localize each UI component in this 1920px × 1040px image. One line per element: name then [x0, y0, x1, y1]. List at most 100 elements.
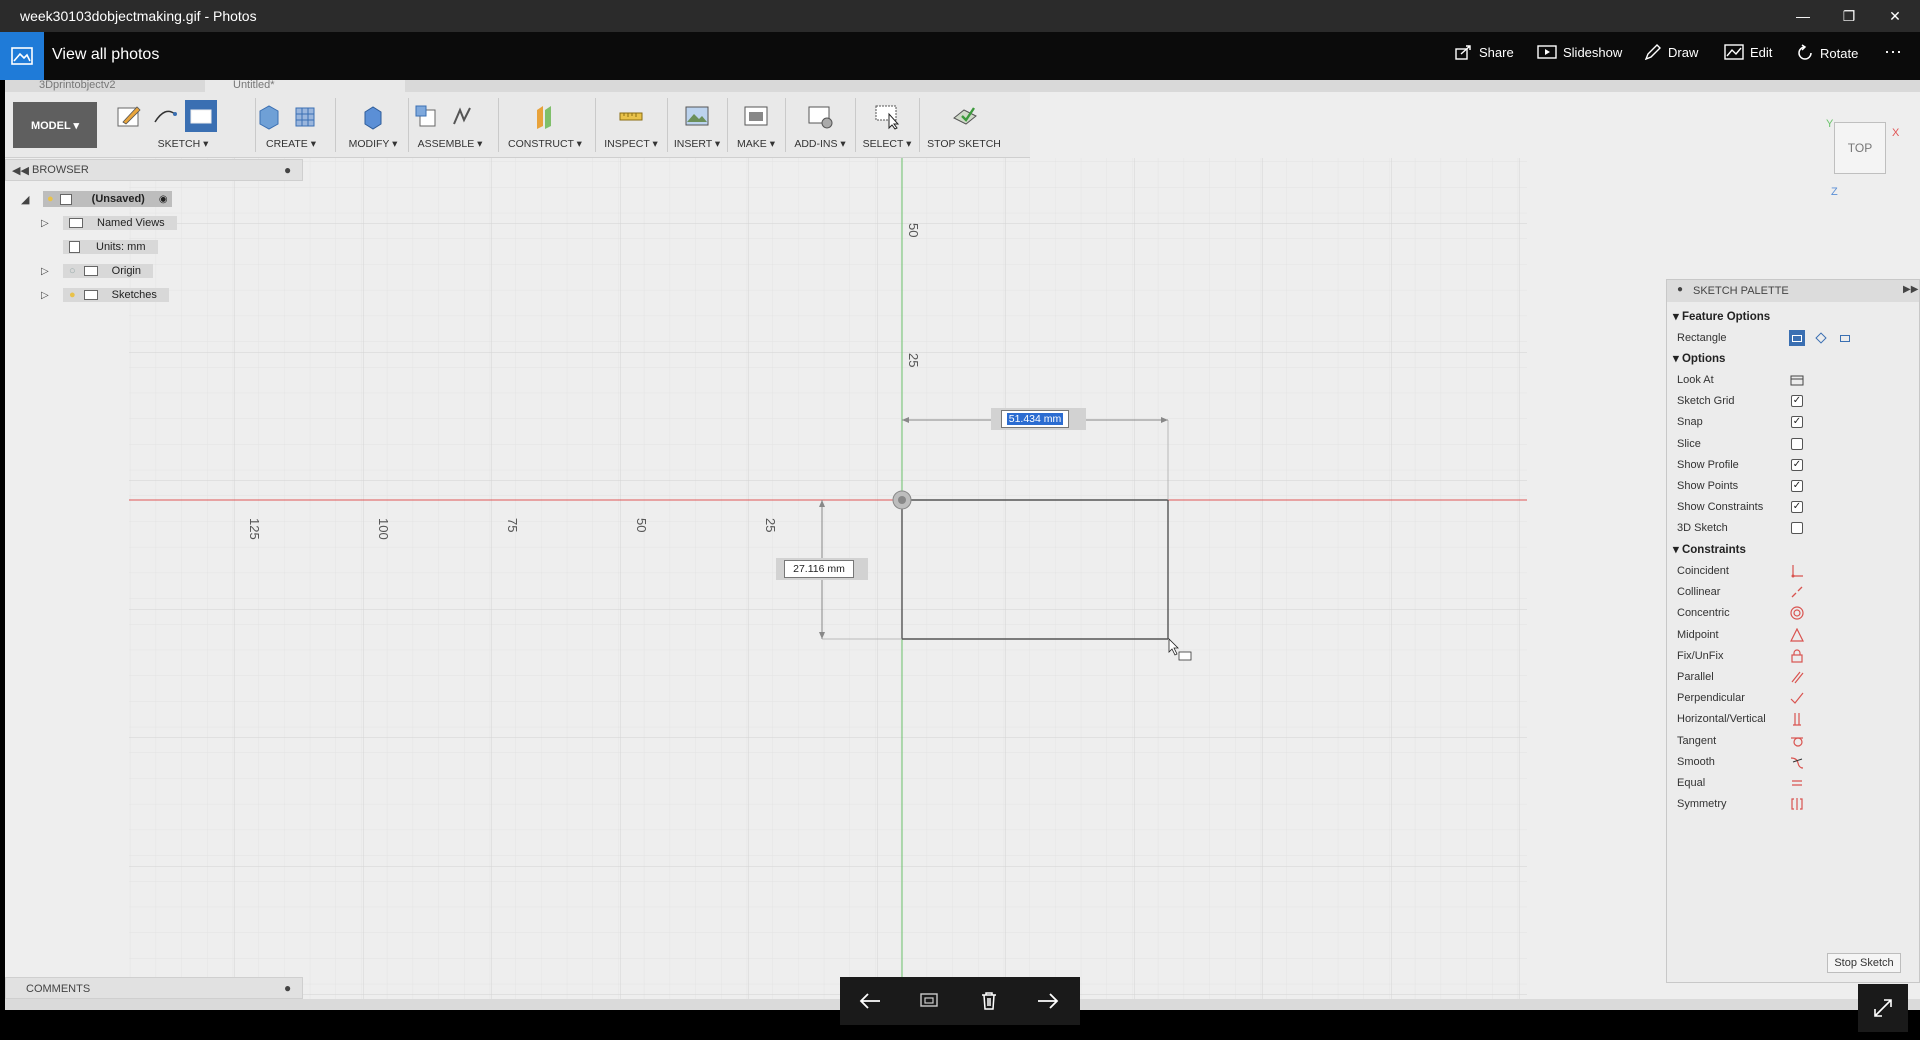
doc-tab-untitled[interactable]: Untitled* [205, 80, 405, 92]
more-options-button[interactable]: ⋯ [1884, 42, 1902, 63]
lightbulb-icon[interactable]: ● [47, 193, 54, 205]
minimize-icon[interactable]: — [1780, 0, 1826, 32]
rectangle-tool-icon[interactable] [185, 100, 217, 132]
next-arrow-icon[interactable] [1030, 987, 1066, 1015]
concentric-icon[interactable] [1789, 605, 1805, 621]
radio-icon[interactable]: ◉ [159, 194, 168, 205]
checkbox[interactable] [1789, 520, 1805, 536]
expand-palette-icon[interactable]: ▶▶ [1903, 284, 1918, 295]
pattern-icon[interactable] [289, 100, 321, 132]
checkbox[interactable]: ✓ [1789, 478, 1805, 494]
perpendicular-icon[interactable] [1789, 690, 1805, 706]
root-node[interactable]: ● (Unsaved) ◉ [43, 191, 172, 207]
collinear-icon[interactable] [1789, 584, 1805, 600]
constraint-label: Concentric [1677, 607, 1730, 620]
edit-button[interactable]: Edit [1724, 44, 1772, 60]
checkbox[interactable]: ✓ [1789, 414, 1805, 430]
assemble-group[interactable]: ASSEMBLE ▾ [410, 98, 490, 158]
three-point-rectangle-icon[interactable] [1813, 330, 1829, 346]
photos-logo-icon[interactable] [0, 32, 44, 80]
expand-icon[interactable]: ▷ [41, 266, 63, 277]
expand-icon[interactable]: ▷ [41, 290, 63, 301]
compare-icon[interactable] [911, 987, 947, 1015]
create-sketch-icon[interactable] [113, 100, 145, 132]
tree-item-units[interactable]: Units: mm [63, 238, 158, 256]
inspect-group[interactable]: INSPECT ▾ [597, 98, 665, 158]
view-cube[interactable]: TOP [1834, 122, 1886, 174]
sketch-group[interactable]: SKETCH ▾ [113, 98, 253, 158]
new-component-icon[interactable] [410, 100, 442, 132]
stop-sketch-button[interactable]: Stop Sketch [1827, 953, 1901, 973]
sketch-palette-header[interactable]: ● SKETCH PALETTE ▶▶ [1667, 280, 1919, 302]
smooth-icon[interactable] [1789, 754, 1805, 770]
restore-icon[interactable]: ❐ [1826, 0, 1872, 32]
3d-print-icon[interactable] [740, 100, 772, 132]
scripts-icon[interactable] [804, 100, 836, 132]
press-pull-icon[interactable] [357, 100, 389, 132]
width-dimension-input[interactable]: 51.434 mm [1001, 410, 1069, 428]
tree-item-origin[interactable]: ▷ ○ Origin [41, 262, 153, 280]
share-button[interactable]: Share [1455, 44, 1514, 60]
origin-point-icon[interactable] [892, 490, 912, 510]
workspace-switcher[interactable]: MODEL ▾ [13, 102, 97, 148]
browser-root-row[interactable]: ◢ ● (Unsaved) ◉ [21, 190, 172, 208]
extrude-icon[interactable] [253, 100, 285, 132]
lightbulb-icon[interactable]: ● [69, 289, 76, 301]
joint-icon[interactable] [446, 100, 478, 132]
rotate-button[interactable]: Rotate [1796, 44, 1858, 62]
modify-group[interactable]: MODIFY ▾ [343, 98, 403, 158]
options-section[interactable]: ▾ Options [1673, 351, 1725, 365]
line-icon[interactable] [149, 100, 181, 132]
expand-icon[interactable]: ▷ [41, 218, 63, 229]
comments-panel[interactable]: COMMENTS ● [5, 977, 303, 999]
make-group[interactable]: MAKE ▾ [729, 98, 783, 158]
horizontal-vertical-icon[interactable] [1789, 711, 1805, 727]
select-group[interactable]: SELECT ▾ [857, 98, 917, 158]
tree-item-sketches[interactable]: ▷ ● Sketches [41, 286, 169, 304]
add-comment-icon[interactable]: ● [284, 981, 291, 995]
checkbox[interactable]: ✓ [1789, 393, 1805, 409]
doc-tab-3dprintobject[interactable]: 3Dprintobjectv2 [11, 80, 201, 92]
checkbox[interactable]: ✓ [1789, 457, 1805, 473]
constraints-section[interactable]: ▾ Constraints [1673, 542, 1746, 556]
checkbox[interactable] [1789, 436, 1805, 452]
insert-group[interactable]: INSERT ▾ [669, 98, 725, 158]
select-icon[interactable] [871, 100, 903, 132]
parallel-icon[interactable] [1789, 669, 1805, 685]
symmetry-icon[interactable] [1789, 796, 1805, 812]
coincident-icon[interactable] [1789, 563, 1805, 579]
delete-icon[interactable] [971, 987, 1007, 1015]
add-ins-group[interactable]: ADD-INS ▾ [787, 98, 853, 158]
create-group[interactable]: CREATE ▾ [253, 98, 329, 158]
tree-item-named-views[interactable]: ▷ Named Views [41, 214, 177, 232]
feature-options-section[interactable]: ▾ Feature Options [1673, 309, 1770, 323]
stop-sketch-group[interactable]: STOP SKETCH [921, 98, 1007, 158]
palette-pin-icon[interactable]: ● [1677, 284, 1683, 295]
center-rectangle-icon[interactable] [1837, 330, 1853, 346]
construct-group[interactable]: CONSTRUCT ▾ [500, 98, 590, 158]
close-icon[interactable]: ✕ [1872, 0, 1918, 32]
sketch-viewport[interactable]: 125 100 75 50 25 50 25 Y X Z [5, 80, 1920, 1000]
lock-icon[interactable] [1789, 648, 1805, 664]
height-dimension-input[interactable]: 27.116 mm [784, 560, 854, 578]
stop-sketch-icon[interactable] [948, 100, 980, 132]
pin-icon[interactable]: ● [284, 163, 291, 177]
previous-arrow-icon[interactable] [852, 987, 888, 1015]
midpoint-icon[interactable] [1789, 627, 1805, 643]
collapse-icon[interactable]: ◀◀ [12, 164, 29, 177]
two-point-rectangle-icon[interactable] [1789, 330, 1805, 346]
lightbulb-off-icon[interactable]: ○ [69, 265, 76, 277]
look-at-icon[interactable] [1789, 372, 1805, 388]
view-all-photos-link[interactable]: View all photos [52, 46, 159, 64]
insert-image-icon[interactable] [681, 100, 713, 132]
browser-panel-header[interactable]: ◀◀ BROWSER ● [5, 159, 303, 181]
measure-icon[interactable] [615, 100, 647, 132]
tangent-icon[interactable] [1789, 733, 1805, 749]
equal-icon[interactable] [1789, 775, 1805, 791]
slideshow-button[interactable]: Slideshow [1537, 44, 1622, 60]
expand-icon[interactable]: ◢ [21, 193, 43, 206]
offset-plane-icon[interactable] [529, 100, 561, 132]
fullscreen-icon[interactable] [1858, 984, 1908, 1032]
checkbox[interactable]: ✓ [1789, 499, 1805, 515]
draw-button[interactable]: Draw [1644, 44, 1698, 60]
